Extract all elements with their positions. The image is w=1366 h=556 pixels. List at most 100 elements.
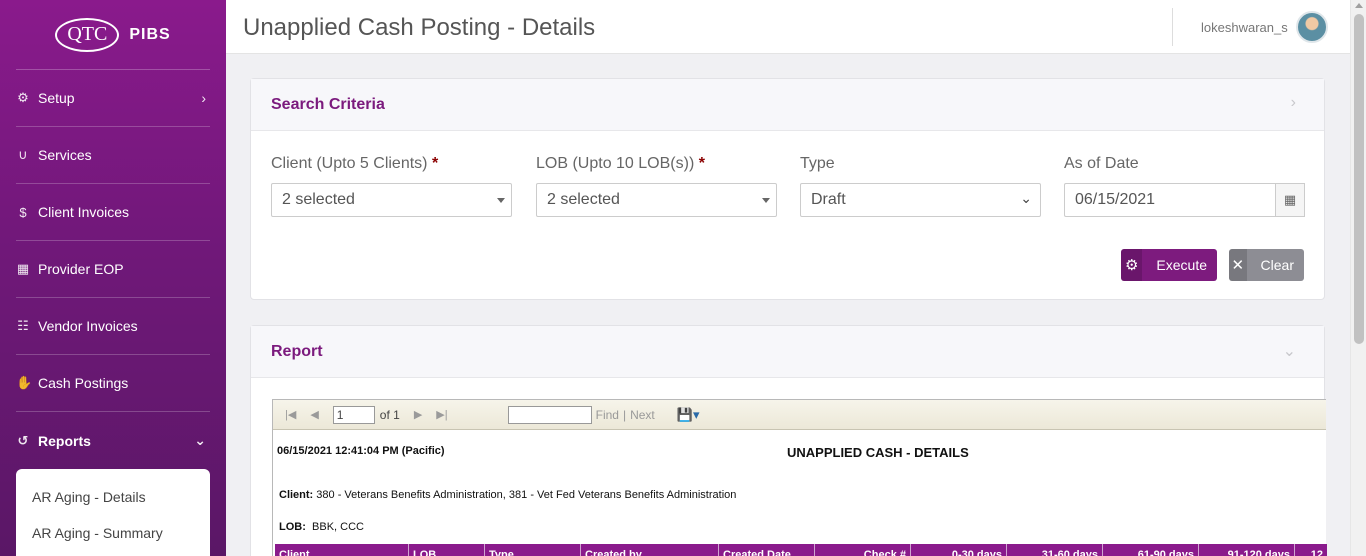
previous-page-icon[interactable]: ◀ [310, 408, 318, 421]
report-timestamp: 06/15/2021 12:41:04 PM (Pacific) [277, 445, 445, 457]
lob-label: LOB (Upto 10 LOB(s)) * [536, 155, 705, 172]
client-line-label: Client: [279, 489, 314, 501]
lob-line-label: LOB: [279, 521, 306, 533]
stethoscope-icon: ∪ [18, 147, 28, 162]
search-criteria-header[interactable]: Search Criteria › [251, 79, 1324, 131]
history-icon: ↺ [17, 432, 29, 448]
page-title: Unapplied Cash Posting - Details [243, 14, 596, 41]
report-toolbar: |◀ ◀ 1 of 1 ▶ ▶| Find | Next 💾▾ [273, 400, 1326, 430]
sidebar-item-client-invoices[interactable]: $ Client Invoices [16, 184, 210, 241]
type-field: Type Draft ⌄ [800, 155, 1041, 217]
qtc-logo: QTC [55, 17, 120, 52]
first-page-icon[interactable]: |◀ [285, 408, 296, 421]
search-criteria-card: Search Criteria › Client (Upto 5 Clients… [250, 78, 1325, 300]
execute-button[interactable]: ⚙ Execute [1121, 249, 1217, 281]
column-header: 0-30 days [911, 544, 1007, 556]
clear-label: Clear [1260, 257, 1294, 273]
client-label: Client (Upto 5 Clients) * [271, 155, 439, 172]
sidebar-item-label: Setup [38, 90, 75, 106]
find-input[interactable] [507, 405, 592, 424]
column-header: 12 [1310, 549, 1323, 556]
as-of-date-input[interactable]: 06/15/2021 [1064, 183, 1275, 217]
date-picker: 06/15/2021 ▦ [1064, 183, 1305, 217]
username[interactable]: lokeshwaran_s [1201, 20, 1288, 35]
user-menu[interactable]: lokeshwaran_s [1172, 8, 1350, 46]
column-header: LOB [409, 544, 485, 556]
column-header: Created by [581, 544, 719, 556]
next-page-icon[interactable]: ▶ [414, 408, 422, 421]
client-value: 2 selected [282, 191, 355, 208]
last-page-icon[interactable]: ▶| [436, 408, 447, 421]
report-viewer: |◀ ◀ 1 of 1 ▶ ▶| Find | Next 💾▾ 06/15/20… [272, 399, 1327, 556]
chevron-down-icon: ⌄ [1020, 190, 1032, 206]
close-icon: ✕ [1229, 249, 1247, 281]
gear-icon: ⚙ [17, 90, 29, 105]
page-count: of 1 [379, 407, 400, 422]
find-next-link[interactable]: Next [630, 408, 655, 422]
lob-line-value: BBK, CCC [312, 521, 364, 533]
lob-multiselect[interactable]: 2 selected [536, 183, 777, 217]
hand-money-icon: ✋ [16, 375, 33, 390]
clear-button[interactable]: ✕ Clear [1229, 249, 1304, 281]
calendar-icon: ▦ [16, 261, 30, 276]
lob-field: LOB (Upto 10 LOB(s)) * 2 selected [536, 155, 777, 217]
reports-submenu: AR Aging - Details AR Aging - Summary [16, 469, 210, 556]
report-heading: UNAPPLIED CASH - DETAILS [787, 445, 969, 460]
search-criteria-title: Search Criteria [271, 95, 385, 113]
page-number-input[interactable]: 1 [332, 405, 375, 424]
sidebar-item-setup[interactable]: ⚙ Setup › [16, 70, 210, 127]
submenu-item-ar-aging-summary[interactable]: AR Aging - Summary [16, 515, 210, 551]
type-value: Draft [811, 191, 846, 208]
chevron-right-icon[interactable]: › [1291, 94, 1296, 112]
chevron-right-icon: › [201, 90, 206, 106]
sidebar-item-vendor-invoices[interactable]: ☷ Vendor Invoices [16, 298, 210, 355]
sidebar-item-label: Services [38, 147, 92, 163]
report-title: Report [271, 342, 323, 360]
avatar[interactable] [1295, 11, 1328, 43]
client-multiselect[interactable]: 2 selected [271, 183, 512, 217]
sidebar-item-label: Provider EOP [38, 261, 124, 277]
chevron-down-icon: ⌄ [194, 432, 206, 448]
brand[interactable]: QTC PIBS [16, 0, 210, 70]
sidebar-item-services[interactable]: ∪ Services [16, 127, 210, 184]
gear-icon: ⚙ [1121, 249, 1143, 281]
column-header: Client [275, 544, 409, 556]
column-header: Created Date [719, 544, 815, 556]
find-link[interactable]: Find [596, 408, 619, 422]
submenu-item-ar-aging-details[interactable]: AR Aging - Details [16, 479, 210, 515]
report-lob-line: LOB: BBK, CCC [279, 521, 364, 533]
sidebar-item-label: Client Invoices [38, 204, 130, 220]
page-scrollbar[interactable] [1350, 0, 1366, 556]
report-card: Report ⌄ |◀ ◀ 1 of 1 ▶ ▶| Find | Next 💾▾… [250, 325, 1327, 556]
client-field: Client (Upto 5 Clients) * 2 selected [271, 155, 512, 217]
type-select[interactable]: Draft ⌄ [800, 183, 1041, 217]
sidebar-item-provider-eop[interactable]: ▦ Provider EOP [16, 241, 210, 298]
table-icon: ☷ [17, 318, 29, 333]
report-header[interactable]: Report ⌄ [251, 326, 1324, 378]
column-header: 91-120 days [1199, 544, 1295, 556]
column-header: 61-90 days [1103, 544, 1199, 556]
scrollbar-thumb[interactable] [1354, 14, 1364, 344]
client-line-value: 380 - Veterans Benefits Administration, … [316, 489, 737, 501]
toolbar-separator: | [622, 407, 627, 422]
sidebar: QTC PIBS ⚙ Setup › ∪ Services $ Client I… [0, 0, 226, 556]
caret-down-icon [497, 198, 505, 203]
execute-label: Execute [1156, 257, 1207, 273]
as-of-date-field: As of Date 06/15/2021 ▦ [1064, 155, 1305, 217]
column-header: Type [485, 544, 581, 556]
calendar-icon[interactable]: ▦ [1275, 183, 1305, 217]
type-label: Type [800, 155, 835, 172]
sidebar-item-label: Cash Postings [38, 375, 129, 391]
export-save-icon[interactable]: 💾▾ [677, 407, 700, 423]
top-header: Unapplied Cash Posting - Details lokeshw… [226, 0, 1350, 54]
sidebar-item-cash-postings[interactable]: ✋ Cash Postings [16, 355, 210, 412]
lob-value: 2 selected [547, 191, 620, 208]
report-table-header: Client LOB Type Created by Created Date … [275, 544, 1327, 556]
sidebar-item-label: Vendor Invoices [38, 318, 138, 334]
sidebar-item-reports[interactable]: ↺ Reports ⌄ [16, 412, 210, 469]
chevron-down-icon[interactable]: ⌄ [1283, 341, 1296, 361]
as-of-date-label: As of Date [1064, 155, 1139, 172]
brand-name: PIBS [129, 25, 171, 43]
scroll-up-icon[interactable] [1355, 3, 1363, 8]
column-header: Check # [815, 544, 911, 556]
